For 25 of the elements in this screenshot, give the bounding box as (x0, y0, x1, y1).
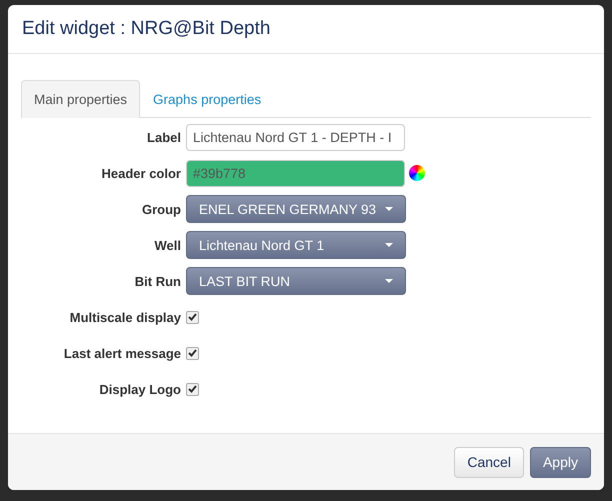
field-label: Well (154, 238, 181, 252)
field-label: Bit Run (134, 274, 181, 288)
checkbox[interactable] (186, 382, 199, 396)
dialog-title: Edit widget : NRG@Bit Depth (22, 18, 270, 40)
field-label: Group (141, 202, 181, 216)
checkbox[interactable] (186, 346, 199, 360)
field-label: Display Logo (98, 382, 181, 396)
caret-icon (385, 207, 393, 211)
caret-icon (385, 243, 393, 247)
tab[interactable]: Main properties (21, 80, 140, 118)
cancel-button[interactable]: Cancel (454, 446, 524, 478)
apply-button[interactable]: Apply (530, 446, 591, 478)
dropdown[interactable]: LAST BIT RUN (186, 267, 406, 295)
field-label: Multiscale display (68, 310, 181, 324)
field-label: Last alert message (62, 346, 181, 360)
dropdown[interactable]: Lichtenau Nord GT 1 (186, 231, 406, 259)
dropdown[interactable]: ENEL GREEN GERMANY 93 (186, 195, 406, 223)
tab[interactable]: Graphs properties (140, 80, 274, 118)
field-label: Label (146, 130, 181, 145)
caret-icon (385, 279, 393, 283)
label-field[interactable]: Lichtenau Nord GT 1 - DEPTH - I (186, 124, 405, 151)
checkbox[interactable] (186, 310, 199, 324)
field-label: Header color (100, 166, 181, 180)
color-field[interactable]: #39b778 (186, 160, 405, 186)
color-wheel-icon[interactable] (409, 165, 425, 181)
